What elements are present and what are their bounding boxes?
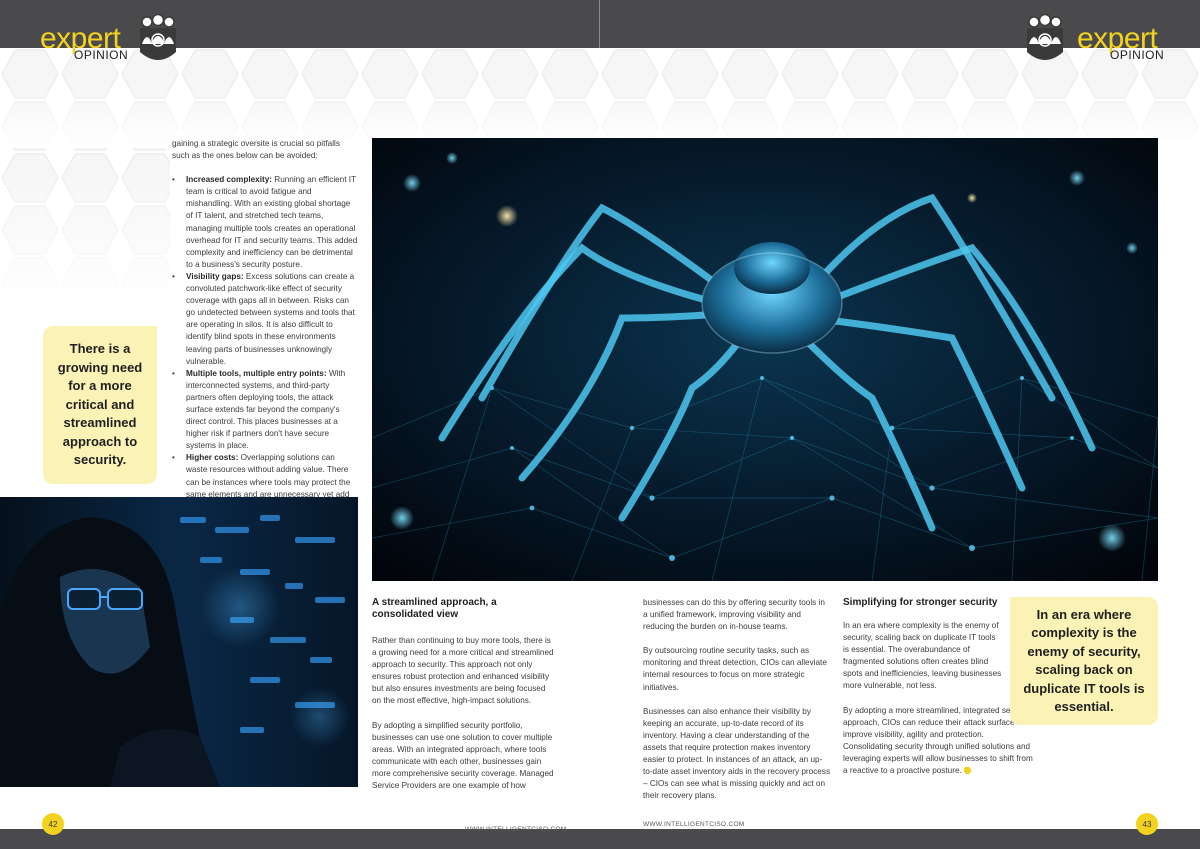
left-text-column: gaining a strategic oversite is crucial … xyxy=(172,138,358,513)
list-item: Visibility gaps: Excess solutions can cr… xyxy=(172,271,358,368)
pull-quote-left: There is a growing need for a more criti… xyxy=(43,326,157,484)
pull-quote-right: In an era where complexity is the enemy … xyxy=(1010,597,1158,725)
pitfalls-list: Increased complexity: Running an efficie… xyxy=(172,174,358,513)
page-number-left: 42 xyxy=(42,813,64,835)
paragraph: By adopting a simplified security portfo… xyxy=(372,720,554,791)
paragraph: businesses can do this by offering secur… xyxy=(643,598,825,632)
intro-paragraph: gaining a strategic oversite is crucial … xyxy=(172,139,340,161)
pull-quote-text: In an era where complexity is the enemy … xyxy=(1023,606,1145,715)
simplifying-column: Simplifying for stronger security In an … xyxy=(843,597,1035,789)
spider-network-image xyxy=(372,138,1158,581)
middle-text-column: businesses can do this by offering secur… xyxy=(643,597,831,814)
paragraph: Rather than continuing to buy more tools… xyxy=(372,636,554,706)
paragraph: Businesses can also enhance their visibi… xyxy=(643,706,831,801)
logo-sub: OPINION xyxy=(1110,48,1165,62)
page-spine xyxy=(599,0,600,48)
pull-quote-text: There is a growing need for a more criti… xyxy=(57,341,143,468)
logo-sub: OPINION xyxy=(74,48,129,62)
paragraph: In an era where complexity is the enemy … xyxy=(843,621,1002,691)
list-item: Increased complexity: Running an efficie… xyxy=(172,174,358,271)
expert-opinion-logo-left: expert OPINION xyxy=(40,14,190,64)
paragraph: By outsourcing routine security tasks, s… xyxy=(643,646,827,692)
end-mark-icon xyxy=(963,767,971,775)
footer-url-right[interactable]: WWW.INTELLIGENTCISO.COM xyxy=(643,821,745,828)
hooded-hacker-image xyxy=(0,497,358,787)
streamlined-approach-column: A streamlined approach, a consolidated v… xyxy=(372,597,554,804)
footer-bar xyxy=(0,829,1200,849)
footer-url-left[interactable]: WWW.INTELLIGENTCISO.COM xyxy=(465,826,567,833)
section-heading: Simplifying for stronger security xyxy=(843,597,998,608)
section-heading: A streamlined approach, a consolidated v… xyxy=(372,597,497,620)
page-number-right: 43 xyxy=(1136,813,1158,835)
paragraph: By adopting a more streamlined, integrat… xyxy=(843,705,1033,776)
list-item: Multiple tools, multiple entry points: W… xyxy=(172,368,358,453)
team-emblem-icon xyxy=(1027,14,1063,60)
team-emblem-icon xyxy=(140,14,176,60)
expert-opinion-logo-right: expert OPINION xyxy=(1025,14,1175,64)
